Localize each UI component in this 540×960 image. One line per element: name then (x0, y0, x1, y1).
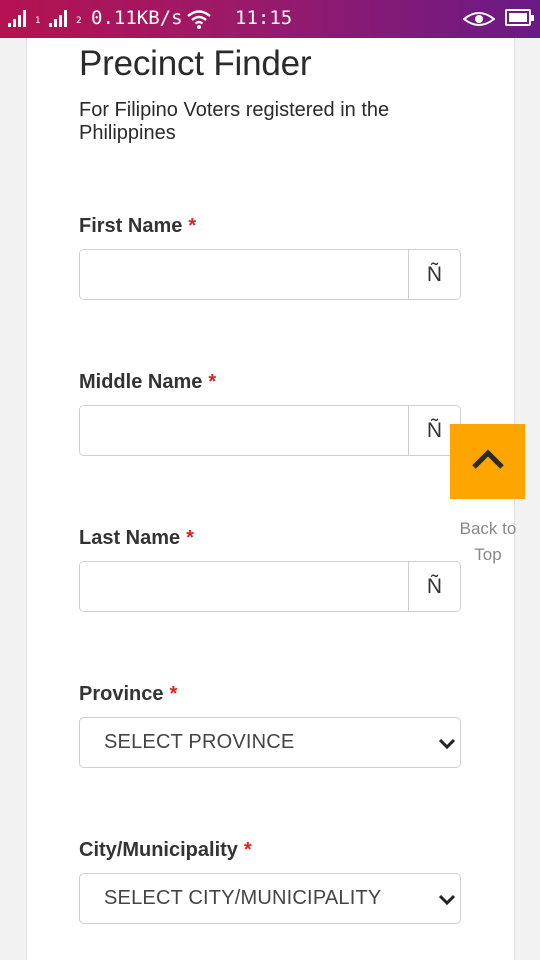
eye-icon (462, 11, 496, 31)
chevron-up-icon (471, 448, 505, 475)
required-marker: * (208, 371, 217, 393)
city-selected-value: SELECT CITY/MUNICIPALITY (104, 887, 382, 909)
status-bar: 1 2 0.11KB/s 11:15 (0, 0, 540, 38)
form-card (26, 38, 515, 960)
wifi-icon (186, 8, 212, 34)
province-select[interactable]: SELECT PROVINCE (79, 717, 461, 768)
page-title: Precinct Finder (79, 44, 312, 83)
sim1-label: 1 (35, 16, 41, 26)
back-to-top-button[interactable] (450, 424, 525, 499)
first-name-group: Ñ (79, 249, 461, 300)
city-select[interactable]: SELECT CITY/MUNICIPALITY (79, 873, 461, 924)
required-marker: * (186, 527, 194, 549)
page-subtitle: For Filipino Voters registered in the Ph… (79, 99, 390, 144)
first-name-label: First Name * (79, 215, 196, 238)
first-name-input[interactable] (80, 250, 408, 299)
last-name-label-text: Last Name (79, 527, 181, 549)
signal-icon (8, 9, 26, 27)
signal-icon (49, 9, 67, 27)
city-label-text: City/Municipality (79, 839, 238, 861)
chevron-down-icon (438, 734, 456, 757)
province-label: Province * (79, 683, 177, 706)
required-marker: * (188, 215, 197, 237)
middle-name-group: Ñ (79, 405, 461, 456)
last-name-group: Ñ (79, 561, 461, 612)
network-speed: 0.11KB/s (91, 7, 183, 29)
city-label: City/Municipality * (79, 839, 252, 862)
back-to-top-label[interactable]: Back to Top (450, 516, 526, 568)
battery-icon (505, 9, 534, 26)
required-marker: * (243, 839, 252, 861)
last-name-enye-button[interactable]: Ñ (408, 562, 460, 611)
middle-name-label-text: Middle Name (79, 371, 203, 393)
province-label-text: Province (79, 683, 164, 705)
middle-name-label: Middle Name * (79, 371, 216, 394)
chevron-down-icon (438, 890, 456, 913)
sim2-label: 2 (76, 16, 82, 26)
middle-name-input[interactable] (80, 406, 408, 455)
first-name-label-text: First Name (79, 215, 183, 237)
last-name-input[interactable] (80, 562, 408, 611)
province-selected-value: SELECT PROVINCE (104, 731, 295, 753)
first-name-enye-button[interactable]: Ñ (408, 250, 460, 299)
clock: 11:15 (235, 7, 293, 29)
last-name-label: Last Name * (79, 527, 194, 550)
required-marker: * (169, 683, 178, 705)
